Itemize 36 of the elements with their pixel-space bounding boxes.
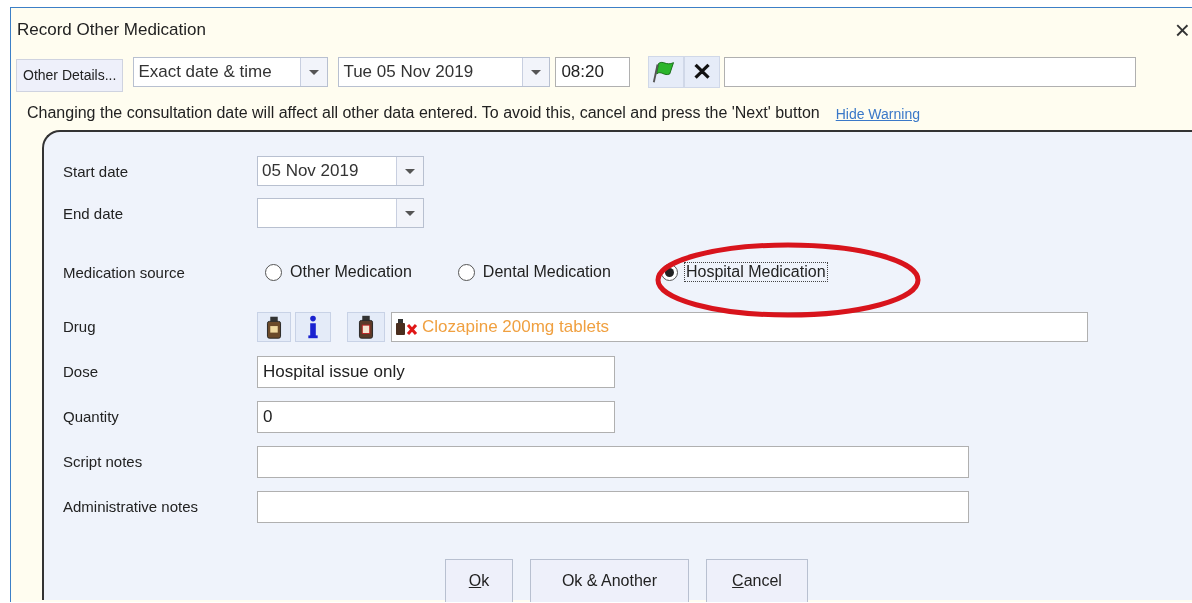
radio-button[interactable] (457, 263, 475, 281)
text-field[interactable] (257, 490, 969, 523)
flag-icon[interactable] (648, 56, 685, 88)
dialog-button[interactable]: Ok (445, 559, 513, 602)
field-label: Script notes (63, 453, 144, 470)
close-button[interactable]: × (1172, 17, 1192, 43)
time-field[interactable]: 08:20 (555, 57, 631, 87)
warning-message: Changing the consultation date will affect all other data entered. To avoid this, cancel and press the 'Next' button (27, 104, 820, 122)
field-label: Drug (63, 318, 97, 335)
field-label: Administrative notes (63, 498, 200, 515)
date-mode-dropdown[interactable]: Exact date & time (133, 57, 329, 87)
info-icon[interactable] (295, 311, 331, 342)
window-title: Record Other Medication (17, 20, 206, 40)
hide-warning-link[interactable]: Hide Warning (835, 106, 920, 122)
other-details-button[interactable]: Other Details... (16, 58, 124, 92)
field-label: End date (63, 204, 125, 222)
text-field[interactable] (257, 445, 969, 478)
radio-button[interactable] (265, 263, 282, 281)
radio-label[interactable]: Other Medication (288, 262, 414, 282)
start-date-dropdown[interactable]: 05 Nov 2019 (257, 156, 424, 186)
dialog-button[interactable]: Cancel (706, 559, 808, 602)
field-label: Medication source (63, 263, 186, 281)
radio-label[interactable]: Hospital Medication (683, 262, 828, 282)
clear-button[interactable]: ✕ (684, 56, 721, 88)
field-label: Dose (63, 363, 100, 380)
text-field[interactable]: Hospital issue only (257, 355, 615, 388)
date-dropdown[interactable]: Tue 05 Nov 2019 (338, 57, 551, 87)
dialog-button[interactable]: Ok & Another (530, 559, 689, 602)
field-label: Quantity (63, 408, 120, 425)
bottle-icon[interactable] (257, 311, 291, 342)
radio-label[interactable]: Dental Medication (480, 262, 613, 282)
text-field[interactable]: 0 (257, 400, 615, 433)
drug-warning-icon (394, 316, 420, 337)
bottle-icon[interactable] (347, 311, 385, 342)
field-label: Start date (63, 162, 130, 180)
text-field[interactable] (724, 57, 1137, 87)
